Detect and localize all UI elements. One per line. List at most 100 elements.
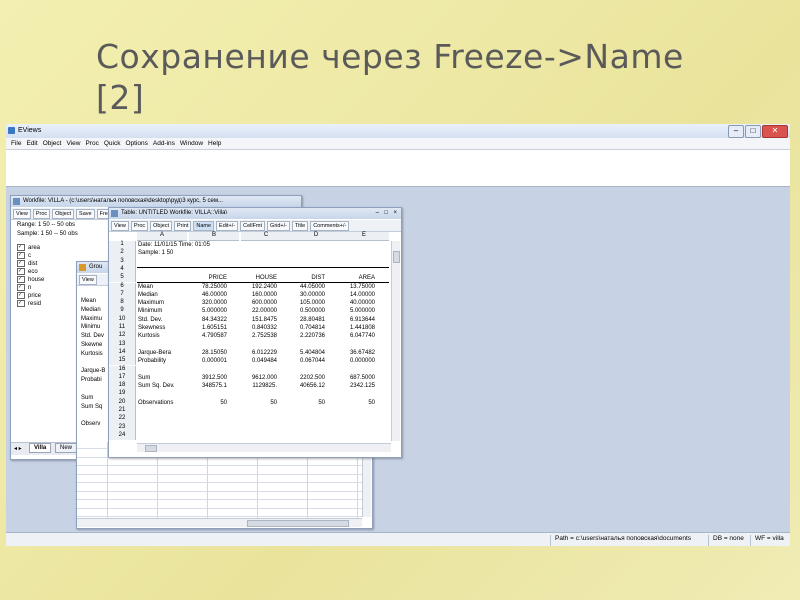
table-close-icon[interactable]: × (393, 208, 397, 219)
table-row-number[interactable]: 4 (109, 265, 136, 275)
table-vscroll-thumb[interactable] (393, 251, 400, 263)
group-stat-label: Observ (81, 421, 101, 428)
table-row-number[interactable]: 21 (109, 407, 136, 416)
group-stat-label: Sum (81, 394, 94, 401)
table-btn-cellfmt[interactable]: CellFmt (240, 221, 266, 231)
table-icon (111, 210, 118, 217)
table-row-number[interactable]: 9 (109, 307, 136, 316)
menu-options[interactable]: Options (125, 140, 147, 147)
table-cell-value: 44.05000 (299, 283, 325, 290)
command-window[interactable] (6, 150, 790, 187)
workfile-item[interactable]: ✓ dist (17, 260, 37, 267)
table-row-number[interactable]: 2 (109, 249, 136, 258)
group-title: Grou (89, 264, 103, 270)
table-column-header[interactable]: D (291, 232, 341, 241)
group-hscroll-thumb[interactable] (247, 520, 349, 527)
table-row-number[interactable]: 11 (109, 324, 136, 333)
tab-new[interactable]: New (55, 443, 78, 453)
table-btn-view[interactable]: View (111, 221, 129, 231)
table-row-number[interactable]: 3 (109, 257, 136, 266)
table-cell-value: 30.00000 (299, 291, 325, 298)
table-row-number[interactable]: 14 (109, 348, 136, 358)
workfile-title: Workfile: VILLA - (c:\users\наталья попо… (23, 198, 223, 204)
table-row-number[interactable]: 13 (109, 340, 136, 349)
tab-scroll-arrows[interactable]: ◂ ▸ (14, 445, 22, 452)
menu-file[interactable]: File (11, 140, 21, 147)
maximize-button[interactable]: □ (745, 125, 761, 138)
workfile-btn-save[interactable]: Save (76, 209, 95, 219)
workfile-item[interactable]: ✓ resid (17, 300, 41, 307)
table-row-number[interactable]: 5 (109, 274, 136, 283)
table-row-number[interactable]: 1 (109, 241, 136, 250)
workfile-titlebar[interactable]: Workfile: VILLA - (c:\users\наталья попо… (11, 196, 301, 207)
table-column-header[interactable]: A (137, 232, 187, 241)
table-cell-value: 78.25000 (201, 283, 227, 290)
table-window[interactable]: Table: UNTITLED Workfile: VILLA::Villa\ … (108, 207, 402, 458)
workfile-item[interactable]: ✓ n (17, 284, 31, 291)
tab-villa[interactable]: Villa (29, 443, 52, 453)
table-row-number[interactable]: 16 (109, 365, 136, 374)
table-cell-value: 2202.500 (299, 374, 325, 381)
table-btn-print[interactable]: Print (174, 221, 192, 231)
group-stat-label: Sum Sq (81, 403, 103, 410)
table-btn-name[interactable]: Name (193, 221, 215, 231)
workfile-item[interactable]: ✓ c (17, 252, 31, 259)
table-row-number[interactable]: 19 (109, 390, 136, 399)
workfile-item[interactable]: ✓ house (17, 276, 44, 283)
group-horizontal-scrollbar[interactable] (77, 518, 362, 527)
menu-proc[interactable]: Proc (85, 140, 98, 147)
menu-edit[interactable]: Edit (26, 140, 37, 147)
table-cell-value: 320.0000 (201, 300, 227, 307)
workfile-btn-view[interactable]: View (13, 209, 31, 219)
workfile-item[interactable]: ✓ area (17, 244, 40, 251)
close-button[interactable]: ✕ (762, 125, 788, 138)
table-row-number[interactable]: 7 (109, 290, 136, 300)
table-horizontal-scrollbar[interactable] (137, 443, 391, 452)
status-wf: WF = villa (750, 535, 784, 546)
table-row-number[interactable]: 8 (109, 299, 136, 308)
minimize-button[interactable]: – (728, 125, 744, 138)
table-row-number[interactable]: 10 (109, 315, 136, 324)
group-grid-row (77, 473, 362, 475)
workfile-item[interactable]: ✓ eco (17, 268, 38, 275)
table-column-header[interactable]: B (189, 232, 239, 241)
table-hscroll-thumb[interactable] (145, 445, 157, 452)
group-grid-row (77, 490, 362, 492)
workfile-item[interactable]: ✓ price (17, 292, 41, 299)
menu-quick[interactable]: Quick (104, 140, 121, 147)
menu-object[interactable]: Object (43, 140, 62, 147)
table-btn-comments[interactable]: Comments+/- (310, 221, 350, 231)
table-stat-label: Sum Sq. Dev. (138, 383, 175, 390)
table-btn-edit[interactable]: Edit+/- (216, 221, 239, 231)
table-btn-grid[interactable]: Grid+/- (267, 221, 291, 231)
workfile-btn-object[interactable]: Object (52, 209, 75, 219)
table-btn-object[interactable]: Object (150, 221, 173, 231)
table-row-number[interactable]: 12 (109, 332, 136, 341)
table-row-number[interactable]: 24 (109, 431, 136, 441)
table-row-number[interactable]: 17 (109, 373, 136, 383)
table-maximize-icon[interactable]: □ (384, 208, 388, 219)
table-row-number[interactable]: 23 (109, 423, 136, 432)
table-row-number[interactable]: 6 (109, 282, 136, 291)
table-cell-value: 46.00000 (201, 291, 227, 298)
table-row-number[interactable]: 20 (109, 398, 136, 407)
status-path: Path = c:\users\наталья поповская\docume… (550, 535, 691, 546)
table-row-number[interactable]: 18 (109, 382, 136, 391)
table-row-number[interactable]: 22 (109, 415, 136, 424)
table-btn-proc[interactable]: Proc (130, 221, 149, 231)
workfile-item-label: house (28, 277, 45, 284)
menu-window[interactable]: Window (180, 140, 203, 147)
table-column-header[interactable]: E (339, 232, 389, 241)
group-view-button[interactable]: View (79, 275, 97, 285)
table-titlebar[interactable]: Table: UNTITLED Workfile: VILLA::Villa\ … (109, 208, 401, 219)
table-row-number[interactable]: 15 (109, 357, 136, 366)
menu-addins[interactable]: Add-ins (153, 140, 175, 147)
menu-view[interactable]: View (66, 140, 80, 147)
table-toolbar: View Proc Object Print Name Edit+/- CellFmt Gri… (109, 220, 401, 232)
table-column-header[interactable]: C (241, 232, 291, 241)
table-minimize-icon[interactable]: – (376, 208, 379, 219)
menu-help[interactable]: Help (208, 140, 221, 147)
table-vertical-scrollbar[interactable] (391, 241, 400, 441)
workfile-btn-proc[interactable]: Proc (32, 209, 51, 219)
table-btn-title[interactable]: Title (292, 221, 309, 231)
